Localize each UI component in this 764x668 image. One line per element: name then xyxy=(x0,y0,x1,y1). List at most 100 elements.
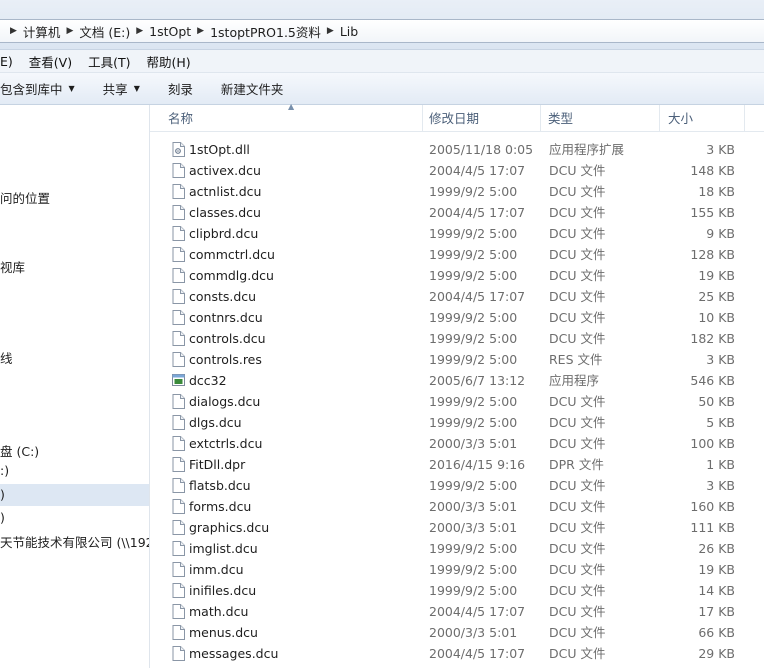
file-row[interactable]: dlgs.dcu 1999/9/2 5:00 DCU 文件 5 KB xyxy=(150,412,764,433)
file-icon xyxy=(172,436,185,451)
breadcrumb-drive-e[interactable]: 文档 (E:) xyxy=(79,22,130,41)
file-name: imm.dcu xyxy=(189,562,244,577)
file-icon xyxy=(172,520,185,535)
file-name: activex.dcu xyxy=(189,163,261,178)
nav-drive-c[interactable]: 盘 (C:) xyxy=(0,441,39,460)
file-row[interactable]: math.dcu 2004/4/5 17:07 DCU 文件 17 KB xyxy=(150,601,764,622)
file-size: 111 KB xyxy=(690,520,735,535)
file-row[interactable]: 1stOpt.dll 2005/11/18 0:05 应用程序扩展 3 KB xyxy=(150,139,764,160)
file-name: flatsb.dcu xyxy=(189,478,251,493)
exe-icon xyxy=(172,374,185,386)
file-icon xyxy=(172,562,185,577)
file-type: DCU 文件 xyxy=(549,163,606,178)
file-icon xyxy=(172,226,185,241)
file-row[interactable]: dcc32 2005/6/7 13:12 应用程序 546 KB xyxy=(150,370,764,391)
breadcrumb-1stoptpro[interactable]: 1stoptPRO1.5资料 xyxy=(210,22,321,41)
file-size: 18 KB xyxy=(698,184,735,199)
breadcrumb-lib[interactable]: Lib xyxy=(340,24,358,39)
file-size: 155 KB xyxy=(690,205,735,220)
chevron-right-icon[interactable]: ▶ xyxy=(327,26,334,36)
column-name[interactable]: 名称 xyxy=(160,105,423,132)
file-name: dcc32 xyxy=(189,373,227,388)
file-size: 66 KB xyxy=(698,625,735,640)
nav-item-3[interactable]: 线 xyxy=(0,348,13,367)
nav-drive-selected[interactable]: ) xyxy=(0,484,149,506)
menu-view[interactable]: 查看(V) xyxy=(29,52,72,71)
burn-button[interactable]: 刻录 xyxy=(168,79,193,98)
file-type: DCU 文件 xyxy=(549,478,606,493)
file-icon xyxy=(172,205,185,220)
file-icon xyxy=(172,457,185,472)
file-icon xyxy=(172,331,185,346)
dll-icon xyxy=(172,142,185,157)
nav-network-location[interactable]: 天节能技术有限公司 (\\192.1 xyxy=(0,532,149,551)
file-row[interactable]: graphics.dcu 2000/3/3 5:01 DCU 文件 111 KB xyxy=(150,517,764,538)
file-row[interactable]: controls.dcu 1999/9/2 5:00 DCU 文件 182 KB xyxy=(150,328,764,349)
new-folder-button[interactable]: 新建文件夹 xyxy=(221,79,284,98)
menu-tools[interactable]: 工具(T) xyxy=(88,52,130,71)
file-row[interactable]: activex.dcu 2004/4/5 17:07 DCU 文件 148 KB xyxy=(150,160,764,181)
column-type[interactable]: 类型 xyxy=(540,105,660,132)
file-row[interactable]: commctrl.dcu 1999/9/2 5:00 DCU 文件 128 KB xyxy=(150,244,764,265)
file-size: 50 KB xyxy=(698,394,735,409)
menu-help[interactable]: 帮助(H) xyxy=(146,52,190,71)
file-name: dialogs.dcu xyxy=(189,394,261,409)
file-icon xyxy=(172,310,185,325)
file-name: 1stOpt.dll xyxy=(189,142,250,157)
file-date-modified: 2004/4/5 17:07 xyxy=(429,646,526,661)
chevron-right-icon[interactable]: ▶ xyxy=(197,26,204,36)
file-size: 148 KB xyxy=(690,163,735,178)
chevron-right-icon[interactable]: ▶ xyxy=(66,26,73,36)
file-row[interactable]: menus.dcu 2000/3/3 5:01 DCU 文件 66 KB xyxy=(150,622,764,643)
file-date-modified: 1999/9/2 5:00 xyxy=(429,562,518,577)
file-size: 19 KB xyxy=(698,562,735,577)
file-row[interactable]: forms.dcu 2000/3/3 5:01 DCU 文件 160 KB xyxy=(150,496,764,517)
file-name: controls.res xyxy=(189,352,262,367)
nav-drive-5[interactable]: :) xyxy=(0,463,9,478)
column-size[interactable]: 大小 xyxy=(660,105,745,132)
file-row[interactable]: imm.dcu 1999/9/2 5:00 DCU 文件 19 KB xyxy=(150,559,764,580)
file-row[interactable]: clipbrd.dcu 1999/9/2 5:00 DCU 文件 9 KB xyxy=(150,223,764,244)
file-name: dlgs.dcu xyxy=(189,415,242,430)
file-row[interactable]: commdlg.dcu 1999/9/2 5:00 DCU 文件 19 KB xyxy=(150,265,764,286)
column-date-modified[interactable]: 修改日期 xyxy=(421,105,541,132)
navigation-pane: 问的位置 视库 线 盘 (C:) :) ) ) 天节能技术有限公司 (\\192… xyxy=(0,105,150,668)
chevron-right-icon[interactable]: ▶ xyxy=(136,26,143,36)
file-row[interactable]: FitDll.dpr 2016/4/15 9:16 DPR 文件 1 KB xyxy=(150,454,764,475)
file-row[interactable]: inifiles.dcu 1999/9/2 5:00 DCU 文件 14 KB xyxy=(150,580,764,601)
file-name: contnrs.dcu xyxy=(189,310,263,325)
include-in-library-button[interactable]: 包含到库中 ▼ xyxy=(0,79,75,98)
caret-down-icon: ▼ xyxy=(133,84,140,93)
file-size: 25 KB xyxy=(698,289,735,304)
file-row[interactable]: classes.dcu 2004/4/5 17:07 DCU 文件 155 KB xyxy=(150,202,764,223)
nav-recent-places[interactable]: 问的位置 xyxy=(0,188,50,207)
file-icon xyxy=(172,268,185,283)
file-row[interactable]: contnrs.dcu 1999/9/2 5:00 DCU 文件 10 KB xyxy=(150,307,764,328)
file-name: extctrls.dcu xyxy=(189,436,263,451)
file-type: DCU 文件 xyxy=(549,646,606,661)
file-row[interactable]: controls.res 1999/9/2 5:00 RES 文件 3 KB xyxy=(150,349,764,370)
share-button[interactable]: 共享 ▼ xyxy=(103,79,140,98)
menu-edit[interactable]: E) xyxy=(0,54,13,69)
file-size: 100 KB xyxy=(690,436,735,451)
file-row[interactable]: dialogs.dcu 1999/9/2 5:00 DCU 文件 50 KB xyxy=(150,391,764,412)
breadcrumb[interactable]: ▶ 计算机 ▶ 文档 (E:) ▶ 1stOpt ▶ 1stoptPRO1.5资… xyxy=(0,19,764,43)
file-row[interactable]: flatsb.dcu 1999/9/2 5:00 DCU 文件 3 KB xyxy=(150,475,764,496)
nav-drive-7[interactable]: ) xyxy=(0,510,5,525)
nav-library[interactable]: 视库 xyxy=(0,257,25,276)
file-row[interactable]: consts.dcu 2004/4/5 17:07 DCU 文件 25 KB xyxy=(150,286,764,307)
file-date-modified: 1999/9/2 5:00 xyxy=(429,352,518,367)
file-size: 10 KB xyxy=(698,310,735,325)
chevron-right-icon[interactable]: ▶ xyxy=(10,26,17,36)
file-row[interactable]: extctrls.dcu 2000/3/3 5:01 DCU 文件 100 KB xyxy=(150,433,764,454)
file-size: 3 KB xyxy=(706,352,735,367)
file-row[interactable]: actnlist.dcu 1999/9/2 5:00 DCU 文件 18 KB xyxy=(150,181,764,202)
file-name: imglist.dcu xyxy=(189,541,258,556)
breadcrumb-computer[interactable]: 计算机 xyxy=(23,22,61,41)
file-icon xyxy=(172,394,185,409)
file-row[interactable]: messages.dcu 2004/4/5 17:07 DCU 文件 29 KB xyxy=(150,643,764,664)
file-name: controls.dcu xyxy=(189,331,266,346)
file-row[interactable]: imglist.dcu 1999/9/2 5:00 DCU 文件 26 KB xyxy=(150,538,764,559)
file-date-modified: 1999/9/2 5:00 xyxy=(429,583,518,598)
breadcrumb-1stopt[interactable]: 1stOpt xyxy=(149,24,191,39)
